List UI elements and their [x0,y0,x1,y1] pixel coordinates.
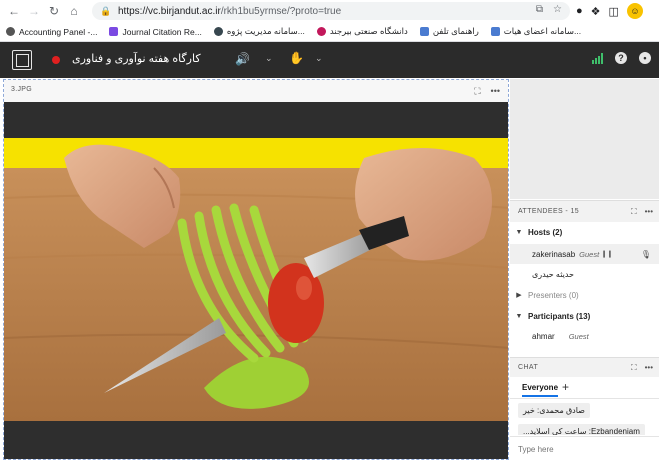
tab-everyone[interactable]: Everyone [522,383,559,397]
bookmark-item[interactable]: Journal Citation Re... [103,22,207,41]
chat-input[interactable] [518,441,648,457]
add-chat-tab-icon[interactable]: + [562,380,569,394]
sidepanel-icon[interactable]: ◫ [609,5,619,18]
back-icon[interactable]: ← [4,0,24,22]
bookmarks-bar: Accounting Panel -... Journal Citation R… [0,22,659,42]
attendee-row[interactable]: zakerinasab Guest ❙❙ 🎙 [510,244,659,264]
chevron-down-icon: ▼ [515,228,523,236]
clarivate-icon [109,27,119,36]
reload-icon[interactable]: ↻ [44,0,64,22]
chat-message: صادق محمدی: خیر [518,403,590,418]
video-area [510,79,659,199]
help-icon[interactable]: ? [615,52,627,64]
fullscreen-icon[interactable]: ⛶ [631,363,637,373]
chat-title: CHAT [518,364,539,371]
shared-image [4,138,508,422]
meeting-title: کارگاه هفته نوآوری و فناوری [72,53,201,65]
letterbox-top [4,102,508,138]
extensions-puzzle-icon[interactable]: ❖ [591,5,601,18]
chat-message: Ezbandeniam: ساعت کی اسلاید... [518,424,645,435]
hosts-group[interactable]: ▼ Hosts (2) [510,222,659,242]
camera-extension-icon[interactable]: ● [576,5,583,17]
attendee-row[interactable]: حدیثه حیدری [510,264,659,284]
profile-avatar-icon[interactable]: ☺ [626,3,643,19]
more-options-icon[interactable]: • [639,52,651,64]
share-pod: 3.JPG ⛶ ••• [3,79,509,460]
raise-hand-icon[interactable]: ✋ [289,51,304,65]
fullscreen-icon[interactable]: ⛶ [474,86,480,97]
bookmark-item[interactable]: سامانه مدیریت پژوه... [208,22,311,41]
attendees-list: ▼ Hosts (2) zakerinasab Guest ❙❙ 🎙 حدیثه… [510,222,659,354]
chevron-down-icon: ▼ [515,312,523,320]
pod-options-icon[interactable]: ••• [645,363,653,373]
pod-options-icon[interactable]: ••• [491,86,500,97]
chevron-down-icon[interactable]: ⌄ [315,53,323,64]
attendees-title: ATTENDEES - 15 [518,208,580,215]
pod-title: 3.JPG [11,86,32,93]
pod-options-icon[interactable]: ••• [645,207,653,217]
connection-signal-icon[interactable] [592,52,603,64]
lock-icon: 🔒 [100,5,112,16]
university-icon [316,27,326,36]
chat-input-area [510,436,659,460]
bookmark-item[interactable]: سامانه اعضای هیات... [485,22,587,41]
bookmark-item[interactable]: راهنمای تلفن [414,22,485,41]
share-icon[interactable]: ⧉ [536,4,543,15]
chat-messages: صادق محمدی: خیر Ezbandeniam: ساعت کی اسل… [510,399,659,435]
folder-icon [419,27,429,36]
speaking-icon: ❙❙ [601,251,613,258]
site-icon [213,27,223,36]
meeting-toolbar: کارگاه هفته نوآوری و فناوری 🔊 ⌄ ✋ ⌄ ? • [0,42,659,78]
tomato-slicer-photo [4,138,508,422]
url-host: https://vc.birjandut.ac.ir [118,5,221,17]
speaker-icon[interactable]: 🔊 [235,52,250,66]
pod-header: 3.JPG ⛶ ••• [4,80,508,102]
forward-icon[interactable]: → [24,0,44,22]
globe-icon [6,27,15,36]
chat-header: CHAT ⛶ ••• [510,357,659,377]
microphone-icon: 🎙 [640,249,651,259]
fullscreen-icon[interactable]: ⛶ [631,207,637,217]
presenters-group[interactable]: ▶ Presenters (0) [510,285,659,305]
attendees-header: ATTENDEES - 15 ⛶ ••• [510,200,659,222]
letterbox-bottom [4,421,508,459]
attendee-row[interactable]: ahmar Guest [510,326,659,346]
home-icon[interactable]: ⌂ [64,0,84,22]
bookmark-item[interactable]: دانشگاه صنعتی بیرجند [311,22,414,41]
bookmark-star-icon[interactable]: ☆ [553,4,562,15]
recording-indicator-icon[interactable] [52,56,60,64]
chevron-down-icon[interactable]: ⌄ [265,53,273,64]
address-bar[interactable]: 🔒 https://vc.birjandut.ac.ir /rkh1bu5yrm… [92,2,570,20]
participants-group[interactable]: ▼ Participants (13) [510,306,659,326]
bookmark-item[interactable]: Accounting Panel -... [0,22,103,41]
chat-tabs: Everyone + [510,377,659,399]
folder-icon [490,27,500,36]
url-path: /rkh1bu5yrmse/?proto=true [220,5,342,17]
browser-toolbar: ← → ↻ ⌂ 🔒 https://vc.birjandut.ac.ir /rk… [0,0,659,22]
chevron-right-icon: ▶ [516,292,522,299]
app-menu-icon[interactable] [12,50,32,70]
